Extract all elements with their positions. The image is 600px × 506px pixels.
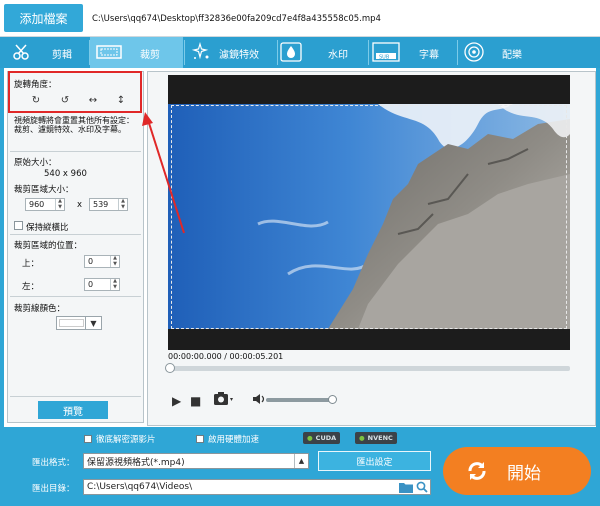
annotation-arrow [142, 112, 185, 234]
video-editor-window: 添加檔案 C:\Users\qq674\Desktop\ff32836e00fa… [0, 0, 600, 506]
